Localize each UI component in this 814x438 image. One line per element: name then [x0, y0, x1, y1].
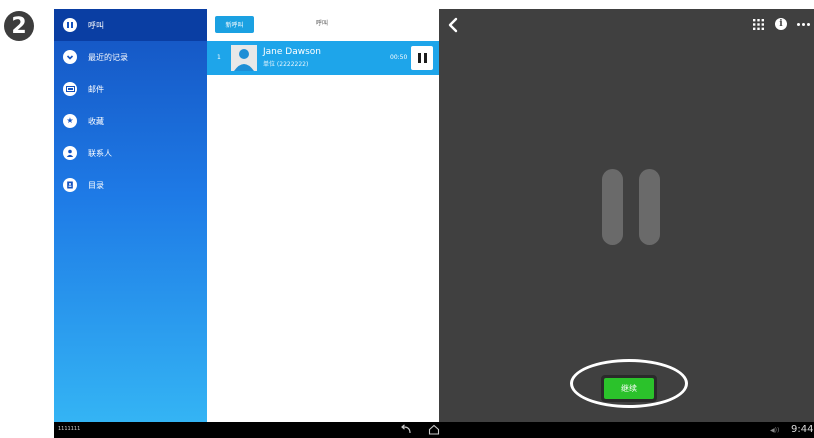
recents-icon — [63, 50, 77, 64]
sidebar-item-label: 联系人 — [88, 148, 112, 158]
step-number-badge: 2 — [4, 11, 34, 41]
person-icon — [63, 146, 77, 160]
call-duration: 00:50 — [390, 54, 408, 61]
pause-icon — [63, 18, 77, 32]
home-icon[interactable] — [428, 424, 440, 435]
resume-button-label: 继续 — [604, 378, 654, 399]
avatar — [231, 45, 257, 71]
new-call-button[interactable]: 新呼叫 — [215, 16, 254, 33]
sidebar-item-calls[interactable]: 呼叫 — [54, 9, 207, 41]
directory-icon — [63, 178, 77, 192]
sidebar-item-directory[interactable]: 目录 — [54, 169, 207, 201]
call-list-item[interactable]: 1 Jane Dawson 单位 (2222222) 00:50 — [207, 41, 439, 75]
sidebar-item-contacts[interactable]: 联系人 — [54, 137, 207, 169]
sidebar-item-label: 收藏 — [88, 116, 104, 126]
system-navigation-bar: 1111111 ◀)) 9:44 — [54, 422, 814, 438]
volume-icon: ◀)) — [770, 427, 780, 434]
caller-name: Jane Dawson — [263, 47, 321, 57]
sidebar-item-recents[interactable]: 最近的记录 — [54, 41, 207, 73]
caller-number: 单位 (2222222) — [263, 61, 309, 68]
info-icon[interactable]: i — [775, 18, 787, 30]
call-index: 1 — [217, 54, 221, 61]
call-main-area: i 继续 — [439, 9, 814, 422]
sidebar-item-label: 呼叫 — [88, 20, 104, 30]
back-icon[interactable] — [447, 17, 459, 33]
panel-title: 呼叫 — [315, 20, 328, 27]
pause-call-button[interactable] — [411, 46, 433, 70]
sidebar-item-favorites[interactable]: ★ 收藏 — [54, 105, 207, 137]
clock: 9:44 — [791, 424, 814, 435]
call-list-panel: 新呼叫 呼叫 1 Jane Dawson 单位 (2222222) 00:50 — [207, 9, 439, 422]
back-arrow-icon[interactable] — [400, 424, 412, 435]
sidebar: 呼叫 最近的记录 邮件 ★ 收藏 联系人 目录 — [54, 9, 207, 422]
resume-button[interactable]: 继续 — [601, 375, 657, 402]
voicemail-icon — [63, 82, 77, 96]
sidebar-item-label: 邮件 — [88, 84, 104, 94]
call-on-hold-icon — [602, 169, 660, 245]
keypad-icon[interactable] — [753, 19, 764, 30]
sidebar-item-label: 目录 — [88, 180, 104, 190]
more-options-icon[interactable] — [797, 23, 811, 26]
star-icon: ★ — [63, 114, 77, 128]
sidebar-item-label: 最近的记录 — [88, 52, 128, 62]
sidebar-item-voicemail[interactable]: 邮件 — [54, 73, 207, 105]
device-id: 1111111 — [58, 426, 81, 432]
tablet-screen: 呼叫 最近的记录 邮件 ★ 收藏 联系人 目录 新呼叫 呼叫 1 Jane Da… — [54, 9, 814, 438]
